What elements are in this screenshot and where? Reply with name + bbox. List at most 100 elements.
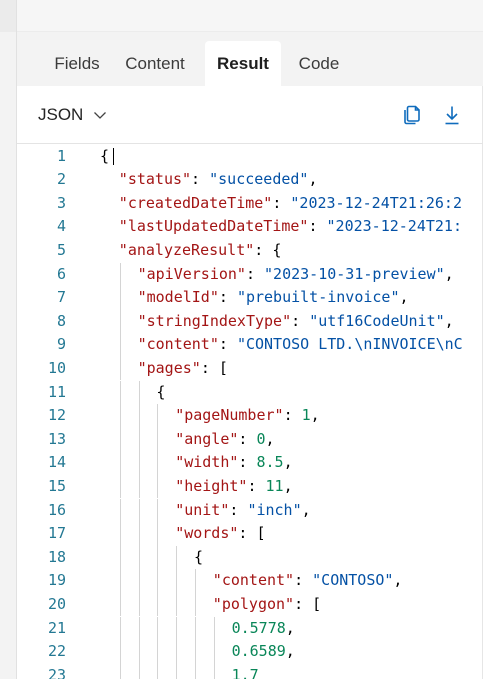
indent-guide: [119, 498, 121, 523]
code-token: "succeeded": [209, 170, 309, 189]
indent-guide: [138, 616, 140, 641]
indent-guide: [138, 474, 140, 499]
indent-guide: [138, 569, 140, 593]
adjacent-panel-shade: [0, 0, 16, 32]
indent-guide: [157, 451, 159, 475]
code-token: ,: [285, 618, 295, 637]
line-number: 5: [56, 240, 66, 259]
code-line: 12 "pageNumber": 1,: [17, 404, 483, 428]
code-text: "pages": [: [138, 357, 228, 381]
indent-guide: [119, 616, 121, 641]
line-number: 14: [47, 453, 66, 472]
indent-guide: [195, 592, 196, 617]
code-token: ,: [265, 429, 275, 448]
json-code-view[interactable]: 1 {2 "status": "succeeded", 3 "createdDateTi…: [17, 144, 483, 679]
code-token: "CONTOSO LTD.\nINVOICE\nC: [236, 335, 463, 354]
format-dropdown[interactable]: JSON: [38, 102, 107, 128]
code-line: 18 {: [17, 546, 483, 570]
code-token: : {: [254, 240, 282, 259]
code-line: 17 "words": [: [17, 522, 483, 546]
code-line: 13 "angle": 0,: [17, 428, 483, 452]
code-token: "height": [175, 476, 248, 495]
code-token: "prebuilt-invoice": [236, 288, 400, 307]
indent-guide: [119, 569, 121, 593]
code-token: :: [218, 288, 237, 307]
code-text: "status": "succeeded",: [119, 168, 318, 192]
code-token: 0.6589: [231, 642, 286, 661]
code-token: 1: [301, 406, 311, 425]
indent-guide: [157, 498, 159, 523]
indent-guide: [213, 640, 215, 664]
line-number: 17: [47, 524, 66, 543]
code-token: "apiVersion": [137, 264, 246, 283]
line-number: 8: [56, 311, 66, 330]
result-tabs: Fields Content Result Code: [17, 32, 483, 86]
code-line: 23 1.7: [17, 664, 483, 679]
code-token: ,: [393, 571, 403, 590]
code-text: "modelId": "prebuilt-invoice",: [138, 286, 409, 310]
code-text: {: [156, 381, 165, 405]
indent-guide: [157, 640, 159, 664]
code-token: 1.7: [231, 665, 259, 679]
indent-guide: [138, 427, 140, 452]
code-token: ,: [308, 170, 318, 189]
result-panel: JSON 1 {2 "status": "succeeded", 3 "createdD…: [17, 86, 483, 679]
code-text: 1.7: [232, 664, 259, 679]
line-number: 11: [47, 382, 66, 401]
line-number: 9: [56, 335, 66, 354]
line-number: 15: [47, 476, 66, 495]
indent-guide: [119, 286, 121, 310]
line-number: 19: [47, 571, 66, 590]
line-number: 6: [56, 264, 66, 283]
code-text: "stringIndexType": "utf16CodeUnit",: [138, 310, 454, 334]
indent-guide: [176, 592, 178, 617]
text-cursor: [113, 148, 114, 165]
indent-guide: [157, 663, 159, 679]
indent-guide: [138, 498, 140, 523]
code-line: 10 "pages": [: [17, 357, 483, 381]
copy-button[interactable]: [400, 103, 424, 127]
code-line: 6 "apiVersion": "2023-10-31-preview",: [17, 263, 483, 287]
code-token: "analyzeResult": [118, 240, 255, 259]
code-text: "unit": "inch",: [175, 499, 310, 523]
code-text: "words": [: [175, 522, 265, 546]
result-toolbar: JSON: [17, 86, 483, 144]
code-token: "width": [175, 453, 239, 472]
indent-guide: [119, 592, 121, 617]
code-token: 0.5778: [231, 618, 286, 637]
indent-guide: [138, 522, 140, 546]
code-text: "apiVersion": "2023-10-31-preview",: [138, 263, 454, 287]
code-token: "pageNumber": [175, 406, 284, 425]
tab-fields[interactable]: Fields: [35, 41, 119, 86]
indent-guide: [195, 663, 196, 679]
code-token: : [: [294, 594, 322, 613]
code-token: :: [294, 571, 313, 590]
indent-guide: [195, 616, 196, 641]
download-button[interactable]: [440, 103, 464, 127]
indent-guide: [157, 616, 159, 641]
code-token: "angle": [175, 429, 239, 448]
indent-guide: [138, 640, 140, 664]
code-token: ,: [444, 311, 454, 330]
code-token: :: [283, 406, 302, 425]
code-token: "inch": [247, 500, 302, 519]
code-token: : [: [238, 524, 266, 543]
indent-guide: [157, 592, 159, 617]
tab-result[interactable]: Result: [205, 41, 281, 86]
tab-content[interactable]: Content: [110, 41, 200, 86]
tab-code[interactable]: Code: [287, 41, 351, 86]
code-text: "content": "CONTOSO LTD.\nINVOICE\nC: [138, 333, 463, 357]
code-token: "2023-10-31-preview": [264, 264, 445, 283]
code-token: ,: [444, 264, 454, 283]
indent-guide: [138, 545, 140, 570]
code-token: "modelId": [137, 288, 219, 307]
code-token: "pages": [137, 358, 201, 377]
line-number: 16: [47, 500, 66, 519]
code-token: :: [238, 429, 257, 448]
indent-guide: [195, 640, 196, 664]
line-number: 2: [56, 170, 66, 189]
code-text: "lastUpdatedDateTime": "2023-12-24T21:: [119, 215, 462, 239]
code-line: 3 "createdDateTime": "2023-12-24T21:26:2: [17, 192, 483, 216]
indent-guide: [176, 569, 178, 593]
code-line: 16 "unit": "inch",: [17, 499, 483, 523]
